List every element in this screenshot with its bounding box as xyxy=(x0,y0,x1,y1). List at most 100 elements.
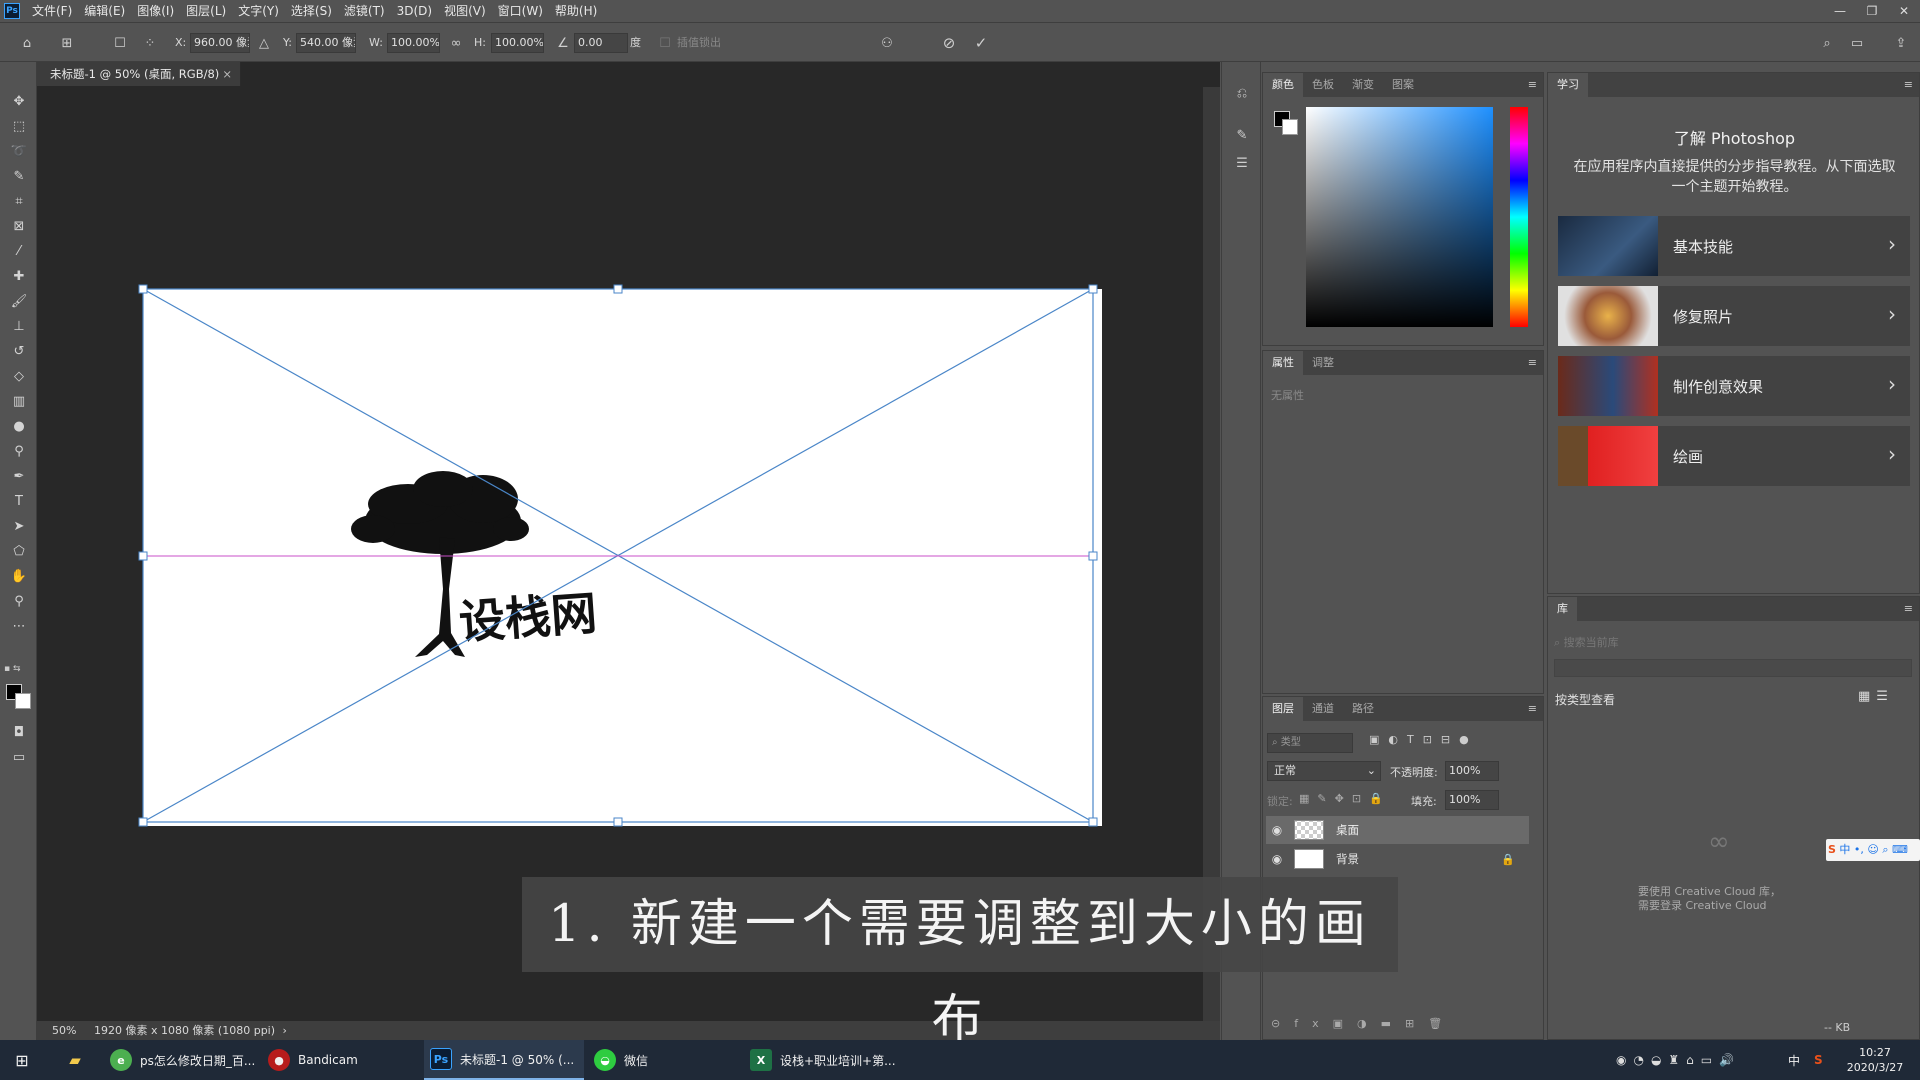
warp-icon[interactable]: ⚇ xyxy=(877,33,897,53)
interp-checkbox[interactable]: ☐ xyxy=(655,33,675,53)
menu-type[interactable]: 文字(Y) xyxy=(232,0,285,22)
hand-tool-icon[interactable]: ✋ xyxy=(7,565,31,587)
share-icon[interactable]: ⇪ xyxy=(1891,33,1911,53)
x-field[interactable]: 960.00 像素 xyxy=(190,33,250,53)
learn-topic-card[interactable]: 绘画 › xyxy=(1558,426,1910,486)
minimize-button[interactable]: — xyxy=(1824,0,1856,22)
quick-select-tool-icon[interactable]: ✎ xyxy=(7,165,31,187)
height-field[interactable]: 100.00% xyxy=(491,33,544,53)
search-icon[interactable]: ⌕ xyxy=(1817,33,1837,53)
learn-topic-card[interactable]: 基本技能 › xyxy=(1558,216,1910,276)
windows-start-icon[interactable]: ⊞ xyxy=(0,1040,44,1080)
brush-tool-icon[interactable]: 🖌 xyxy=(7,290,31,312)
menu-edit[interactable]: 编辑(E) xyxy=(78,0,131,22)
workspace-icon[interactable]: ▭ xyxy=(1847,33,1867,53)
tab-properties[interactable]: 属性 xyxy=(1263,351,1303,375)
history-brush-tool-icon[interactable]: ↺ xyxy=(7,340,31,362)
view-toggle-icons[interactable]: ▦☰ xyxy=(1858,689,1894,704)
tab-learn[interactable]: 学习 xyxy=(1548,73,1588,97)
menu-image[interactable]: 图像(I) xyxy=(131,0,180,22)
zoom-tool-icon[interactable]: ⚲ xyxy=(7,590,31,612)
panel-menu-icon[interactable]: ≡ xyxy=(1904,602,1913,615)
home-icon[interactable]: ⌂ xyxy=(17,33,37,53)
more-tools-icon[interactable]: ⋯ xyxy=(7,615,31,637)
library-select[interactable] xyxy=(1554,659,1912,677)
move-tool-icon[interactable]: ✥ xyxy=(7,90,31,112)
layer-row[interactable]: ◉ 桌面 xyxy=(1266,816,1529,844)
stamp-tool-icon[interactable]: ⊥ xyxy=(7,315,31,337)
tab-swatches[interactable]: 色板 xyxy=(1303,73,1343,97)
gradient-tool-icon[interactable]: ▥ xyxy=(7,390,31,412)
history-panel-icon[interactable]: ⎌ xyxy=(1231,82,1253,104)
y-field[interactable]: 540.00 像素 xyxy=(296,33,356,53)
crop-tool-icon[interactable]: ⌗ xyxy=(7,190,31,212)
document-info[interactable]: 1920 像素 x 1080 像素 (1080 ppi) xyxy=(94,1024,275,1037)
ime-indicator[interactable]: 中 xyxy=(1788,1040,1804,1080)
tab-adjustments[interactable]: 调整 xyxy=(1303,351,1343,375)
quick-mask-icon[interactable]: ◘ xyxy=(7,721,31,743)
taskbar-item[interactable]: ● Bandicam xyxy=(262,1040,420,1080)
close-button[interactable]: ✕ xyxy=(1888,0,1920,22)
document-tab[interactable]: 未标题-1 @ 50% (桌面, RGB/8) × xyxy=(37,62,241,86)
layer-filter-field[interactable]: ⌕ 类型 xyxy=(1267,733,1353,753)
eye-icon[interactable]: ◉ xyxy=(1266,852,1288,866)
library-search-field[interactable]: ⌕ 搜索当前库 xyxy=(1554,633,1912,653)
layer-name[interactable]: 桌面 xyxy=(1336,822,1359,838)
relative-position-icon[interactable]: △ xyxy=(254,33,274,53)
canvas[interactable]: 设栈网 xyxy=(143,289,1102,826)
tab-libraries[interactable]: 库 xyxy=(1548,597,1577,621)
learn-topic-card[interactable]: 制作创意效果 › xyxy=(1558,356,1910,416)
lock-icons[interactable]: ▦✎✥⊡🔒 xyxy=(1299,792,1391,805)
ime-toolbar[interactable]: S 中 •, ☺ ⌕ ⌨ xyxy=(1826,839,1920,861)
marquee-tool-icon[interactable]: ⬚ xyxy=(7,115,31,137)
taskbar-item[interactable]: ◒ 微信 xyxy=(588,1040,740,1080)
link-icon[interactable]: ∞ xyxy=(446,33,466,53)
tab-channels[interactable]: 通道 xyxy=(1303,697,1343,721)
panel-menu-icon[interactable]: ≡ xyxy=(1528,702,1537,715)
frame-tool-icon[interactable]: ⊠ xyxy=(7,215,31,237)
restore-button[interactable]: ❐ xyxy=(1856,0,1888,22)
menu-file[interactable]: 文件(F) xyxy=(26,0,78,22)
blur-tool-icon[interactable]: ● xyxy=(7,415,31,437)
sogou-tray-icon[interactable]: S xyxy=(1814,1040,1832,1080)
pen-tool-icon[interactable]: ✒ xyxy=(7,465,31,487)
hue-slider[interactable] xyxy=(1510,107,1528,327)
eye-icon[interactable]: ◉ xyxy=(1266,823,1288,837)
lasso-tool-icon[interactable]: ➰ xyxy=(7,140,31,162)
menu-layer[interactable]: 图层(L) xyxy=(180,0,232,22)
file-explorer-icon[interactable]: ▰ xyxy=(60,1040,90,1080)
panel-menu-icon[interactable]: ≡ xyxy=(1528,356,1537,369)
taskbar-item[interactable]: X 设栈+职业培训+第... xyxy=(744,1040,898,1080)
tab-patterns[interactable]: 图案 xyxy=(1383,73,1423,97)
background-color-chip[interactable] xyxy=(1282,119,1298,135)
screen-mode-icon[interactable]: ▭ xyxy=(7,746,31,768)
menu-filter[interactable]: 滤镜(T) xyxy=(338,0,391,22)
reference-point-icon[interactable]: ⊞ xyxy=(57,33,77,53)
opacity-field[interactable]: 100% xyxy=(1445,761,1499,781)
tab-paths[interactable]: 路径 xyxy=(1343,697,1383,721)
view-by-select[interactable]: 按类型查看 xyxy=(1555,691,1615,708)
path-select-tool-icon[interactable]: ➤ xyxy=(7,515,31,537)
system-tray-icons[interactable]: ◉◔◒♜⌂▭🔊 xyxy=(1616,1040,1796,1080)
healing-brush-tool-icon[interactable]: ✚ xyxy=(7,265,31,287)
commit-transform-icon[interactable]: ✓ xyxy=(971,33,991,53)
tab-layers[interactable]: 图层 xyxy=(1263,697,1303,721)
menu-select[interactable]: 选择(S) xyxy=(285,0,338,22)
menu-3d[interactable]: 3D(D) xyxy=(391,0,438,22)
type-tool-icon[interactable]: T xyxy=(7,490,31,512)
brush-settings-icon[interactable]: ✎ xyxy=(1231,124,1253,146)
reference-checkbox[interactable]: ☐ xyxy=(110,33,130,53)
fill-field[interactable]: 100% xyxy=(1445,790,1499,810)
cancel-transform-icon[interactable]: ⊘ xyxy=(939,33,959,53)
layer-actions-bar[interactable]: ⊝fx▣◑▬⊞🗑 xyxy=(1271,1017,1456,1030)
panel-menu-icon[interactable]: ≡ xyxy=(1528,78,1537,91)
layer-name[interactable]: 背景 xyxy=(1336,851,1359,867)
swap-colors-icon[interactable]: ▪ ⇆ xyxy=(4,664,34,678)
status-arrow-icon[interactable]: › xyxy=(283,1024,287,1037)
taskbar-item[interactable]: Ps 未标题-1 @ 50% (... xyxy=(424,1040,584,1080)
width-field[interactable]: 100.00% xyxy=(387,33,440,53)
close-tab-icon[interactable]: × xyxy=(222,62,232,86)
menu-view[interactable]: 视图(V) xyxy=(438,0,492,22)
shape-tool-icon[interactable]: ⬠ xyxy=(7,540,31,562)
learn-topic-card[interactable]: 修复照片 › xyxy=(1558,286,1910,346)
